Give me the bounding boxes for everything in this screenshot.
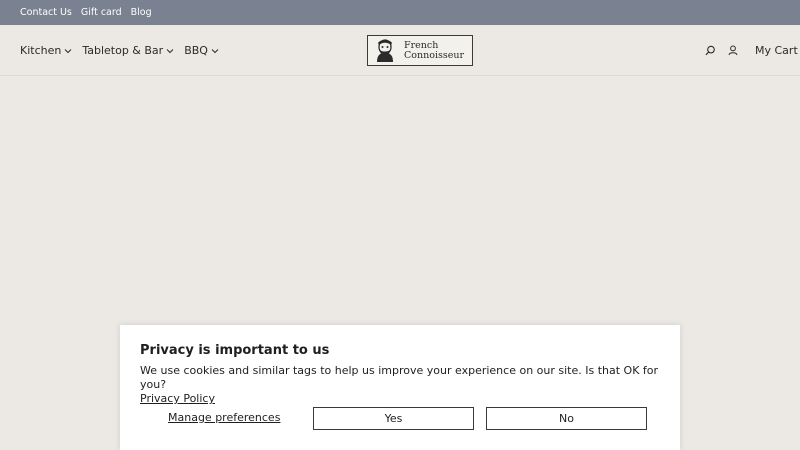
nav-item-label: Tabletop & Bar — [82, 44, 164, 57]
logo-line-2: Connoisseur — [404, 49, 465, 61]
accept-button[interactable]: Yes — [313, 407, 474, 430]
logo-wordmark: French Connoisseur — [404, 39, 465, 61]
contact-us-link[interactable]: Contact Us — [20, 7, 72, 18]
logo-line-1: French — [404, 39, 439, 51]
main-nav: Kitchen Tabletop & Bar BBQ — [20, 25, 229, 76]
chevron-down-icon — [166, 48, 174, 54]
blog-link[interactable]: Blog — [131, 7, 152, 18]
decline-button[interactable]: No — [486, 407, 647, 430]
utility-bar: Contact Us Gift card Blog — [0, 0, 800, 25]
logo-portrait-icon — [370, 36, 400, 65]
privacy-consent-dialog: Privacy is important to us We use cookie… — [120, 325, 680, 450]
nav-item-label: Kitchen — [20, 44, 62, 57]
privacy-policy-link[interactable]: Privacy Policy — [140, 392, 215, 405]
consent-title: Privacy is important to us — [140, 343, 330, 358]
consent-message: We use cookies and similar tags to help … — [140, 364, 660, 406]
consent-body: We use cookies and similar tags to help … — [140, 364, 659, 391]
header-actions: My Cart — [703, 25, 800, 76]
chevron-down-icon — [64, 48, 72, 54]
my-cart-link[interactable]: My Cart — [755, 44, 800, 57]
site-logo[interactable]: French Connoisseur — [367, 35, 473, 66]
nav-item-label: BBQ — [184, 44, 208, 57]
search-icon[interactable] — [703, 44, 717, 58]
manage-preferences-link[interactable]: Manage preferences — [168, 411, 280, 424]
nav-item-kitchen[interactable]: Kitchen — [20, 44, 72, 57]
nav-item-bbq[interactable]: BBQ — [184, 44, 219, 57]
chevron-down-icon — [211, 48, 219, 54]
user-icon[interactable] — [726, 44, 740, 58]
nav-item-tabletop-bar[interactable]: Tabletop & Bar — [82, 44, 174, 57]
gift-card-link[interactable]: Gift card — [81, 7, 122, 18]
site-header: Kitchen Tabletop & Bar BBQ French Connoi… — [0, 25, 800, 76]
